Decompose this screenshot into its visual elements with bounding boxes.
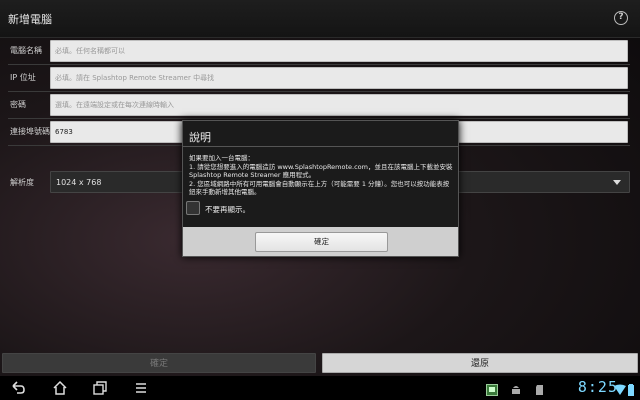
password-input[interactable] xyxy=(50,94,628,116)
dialog-body: 如果要加入一台電腦： 1. 請從您想要進入的電腦造訪 www.Splashtop… xyxy=(189,154,455,197)
restore-button[interactable]: 還原 xyxy=(322,353,638,373)
sd-card-icon xyxy=(534,381,544,395)
ok-button[interactable]: 確定 xyxy=(2,353,316,373)
name-label: 電腦名稱 xyxy=(10,46,42,55)
help-dialog: 說明 如果要加入一台電腦： 1. 請從您想要進入的電腦造訪 www.Splash… xyxy=(182,120,459,257)
ip-input[interactable] xyxy=(50,67,628,89)
home-icon[interactable] xyxy=(52,380,68,396)
dialog-divider xyxy=(183,146,458,147)
dialog-line: 2. 您區域網路中所有可用電腦會自動顯示在上方（可能需要 1 分鐘）。您也可以按… xyxy=(189,179,450,197)
title-bar: 新增電腦 ? xyxy=(0,0,640,38)
dialog-ok-button[interactable]: 確定 xyxy=(255,232,388,252)
dialog-title: 說明 xyxy=(189,131,211,144)
screenshot-icon xyxy=(486,381,498,396)
name-input[interactable] xyxy=(50,40,628,62)
divider xyxy=(8,118,630,119)
ip-row: IP 位址 xyxy=(0,67,640,89)
dialog-line: 1. 請從您想要進入的電腦造訪 www.SplashtopRemote.com，… xyxy=(189,162,453,180)
name-row: 電腦名稱 xyxy=(0,40,640,62)
system-nav-bar: 8:25 xyxy=(0,376,640,400)
menu-icon[interactable] xyxy=(133,380,149,396)
battery-icon xyxy=(628,381,634,396)
chevron-down-icon xyxy=(613,180,621,185)
back-icon[interactable] xyxy=(10,380,26,396)
android-icon xyxy=(510,381,520,394)
dialog-line: 如果要加入一台電腦： xyxy=(189,154,254,162)
password-label: 密碼 xyxy=(10,100,26,109)
wifi-icon xyxy=(614,381,626,395)
dialog-footer: 確定 xyxy=(183,227,458,256)
page-title: 新增電腦 xyxy=(8,13,52,26)
dont-show-again-label: 不要再顯示。 xyxy=(205,205,250,214)
resolution-label: 解析度 xyxy=(10,178,34,187)
divider xyxy=(8,91,630,92)
resolution-value: 1024 x 768 xyxy=(56,178,102,187)
ip-label: IP 位址 xyxy=(10,73,36,82)
dont-show-again-checkbox[interactable] xyxy=(186,201,200,215)
password-row: 密碼 xyxy=(0,94,640,116)
divider xyxy=(8,64,630,65)
recent-apps-icon[interactable] xyxy=(92,380,108,396)
port-label: 連接埠號碼 xyxy=(10,127,50,136)
status-clock: 8:25 xyxy=(577,378,618,396)
help-icon[interactable]: ? xyxy=(614,11,628,25)
